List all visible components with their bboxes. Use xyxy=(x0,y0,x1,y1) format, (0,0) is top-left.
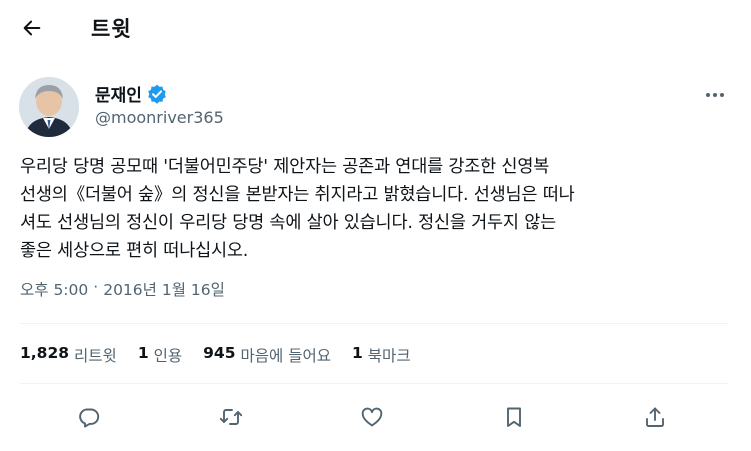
more-dot-icon xyxy=(706,93,710,97)
profile-photo-icon xyxy=(19,77,79,137)
tweet-actions xyxy=(0,397,751,437)
verified-badge-icon xyxy=(148,84,166,104)
tweet-stats: 1,828 리트윗 1 인용 945 마음에 들어요 1 북마크 xyxy=(20,344,432,366)
stat-quotes[interactable]: 1 인용 xyxy=(138,344,182,366)
author-name-row: 문재인 xyxy=(95,81,168,106)
tweet-time[interactable]: 오후 5:00 xyxy=(20,278,88,300)
stat-label: 리트윗 xyxy=(74,347,117,365)
tweet-author: 문재인 @moonriver365 xyxy=(0,72,751,142)
more-options-button[interactable] xyxy=(700,85,730,105)
like-button[interactable] xyxy=(354,399,390,435)
bookmark-icon xyxy=(507,407,521,427)
back-button[interactable] xyxy=(14,10,50,46)
tweet-timestamp: 오후 5:00 · 2016년 1월 16일 xyxy=(20,278,225,300)
tweet-text: 우리당 당명 공모때 '더불어민주당' 제안자는 공존과 연대를 강조한 신영복… xyxy=(20,157,575,261)
reply-icon xyxy=(79,408,100,428)
stat-likes[interactable]: 945 마음에 들어요 xyxy=(203,344,331,366)
timestamp-separator: · xyxy=(93,278,99,296)
divider xyxy=(20,383,728,384)
stat-count: 1 xyxy=(137,344,149,362)
stat-count: 945 xyxy=(203,344,236,362)
stat-count: 1,828 xyxy=(20,344,70,362)
more-dot-icon xyxy=(720,93,724,97)
author-name[interactable]: 문재인 xyxy=(95,81,142,106)
back-arrow-icon xyxy=(23,20,41,36)
divider xyxy=(20,323,728,324)
share-icon xyxy=(646,407,664,427)
bookmark-button[interactable] xyxy=(496,399,532,435)
more-dot-icon xyxy=(713,93,717,97)
stat-count: 1 xyxy=(352,344,363,362)
stat-bookmarks[interactable]: 1 북마크 xyxy=(352,344,411,366)
like-icon xyxy=(361,407,383,427)
stat-retweets[interactable]: 1,828 리트윗 xyxy=(20,344,117,366)
share-button[interactable] xyxy=(637,399,673,435)
author-handle[interactable]: @moonriver365 xyxy=(95,108,224,127)
stat-label: 마음에 들어요 xyxy=(240,347,332,365)
reply-button[interactable] xyxy=(71,399,107,435)
retweet-button[interactable] xyxy=(213,399,249,435)
page-title: 트윗 xyxy=(91,17,132,41)
tweet-header: 트윗 xyxy=(0,0,751,56)
avatar[interactable] xyxy=(19,77,79,137)
stat-label: 북마크 xyxy=(367,347,411,365)
retweet-icon xyxy=(219,409,243,425)
tweet-date[interactable]: 2016년 1월 16일 xyxy=(103,278,225,300)
stat-label: 인용 xyxy=(153,347,183,365)
